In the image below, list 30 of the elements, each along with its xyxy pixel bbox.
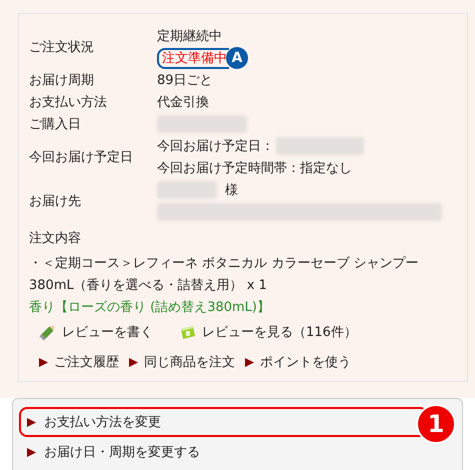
nav-link[interactable]: ご注文履歴	[39, 353, 119, 371]
triangle-icon	[27, 448, 36, 456]
field-label: 今回お届け予定日	[29, 149, 134, 166]
callout-number: 1	[416, 404, 456, 444]
triangle-icon	[129, 358, 138, 366]
triangle-icon	[39, 358, 48, 366]
book-icon	[179, 323, 197, 341]
field-label: お支払い方法	[29, 94, 108, 111]
pencil-icon	[39, 323, 57, 341]
callout-badge: A	[226, 47, 248, 69]
field-label: ご購入日	[29, 116, 82, 133]
field-value: 代金引換	[157, 94, 209, 111]
variant-text: 香り【ローズの香り (詰め替え380mL)】	[29, 299, 271, 317]
field-value: 定期継続中	[157, 28, 222, 45]
field-label: お届け周期	[29, 72, 95, 89]
triangle-icon	[27, 418, 36, 426]
review-link[interactable]: レビューを見る（116件）	[179, 323, 357, 341]
nav-link[interactable]: ポイントを使う	[245, 353, 351, 371]
field-label: ご注文状況	[29, 39, 95, 56]
field-value: 89日ごと	[157, 72, 213, 89]
product-name: ・＜定期コース＞レフィーネ ボタニカル カラーセーブ シャンプー380mL（香りを選べる・詰替え用） x 1	[29, 255, 420, 295]
triangle-icon	[245, 358, 254, 366]
nav-link[interactable]: 同じ商品を注文	[129, 353, 235, 371]
field-value: 今回お届け予定時間帯：指定なし	[157, 160, 352, 177]
field-label: お届け先	[29, 193, 82, 210]
redacted-block	[157, 181, 217, 199]
field-value: 今回お届け予定日：	[157, 138, 274, 155]
section-label: 注文内容	[29, 231, 81, 246]
review-link[interactable]: レビューを書く	[39, 323, 153, 341]
honorific-text: 様	[225, 182, 238, 199]
